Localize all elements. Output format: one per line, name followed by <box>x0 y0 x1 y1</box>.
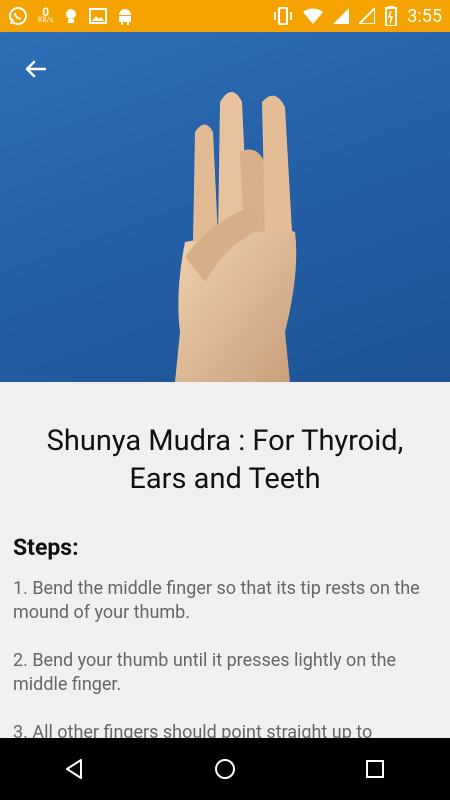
step-text: 2. Bend your thumb until it presses ligh… <box>13 650 397 695</box>
wifi-icon <box>303 8 324 24</box>
navigation-bar <box>0 738 450 800</box>
step-text: 3. All other fingers should point straig… <box>13 722 373 738</box>
back-button[interactable] <box>18 52 52 86</box>
step-text: 1. Bend the middle finger so that its ti… <box>13 578 420 623</box>
article-title: Shunya Mudra : For Thyroid, Ears and Tee… <box>46 424 404 496</box>
status-bar: 0 KB/s 3:55 <box>0 0 450 32</box>
article-content[interactable]: Shunya Mudra : For Thyroid, Ears and Tee… <box>0 382 450 738</box>
network-speed-unit: KB/s <box>38 16 54 24</box>
nav-recents-icon <box>364 758 386 780</box>
signal-2-icon <box>359 8 376 24</box>
nav-home-icon <box>213 757 237 781</box>
image-icon <box>89 8 108 24</box>
arrow-left-icon <box>24 60 46 78</box>
bulb-icon <box>63 7 79 25</box>
steps-heading: Steps: <box>13 534 79 561</box>
whatsapp-icon <box>8 6 28 26</box>
nav-back-icon <box>63 757 87 781</box>
clock: 3:55 <box>407 5 442 27</box>
hero-image <box>0 32 450 382</box>
nav-home-button[interactable] <box>205 749 245 789</box>
hand-mudra-image <box>175 92 297 382</box>
network-speed-value: 0 <box>42 5 50 19</box>
network-speed: 0 KB/s <box>38 5 54 24</box>
nav-recents-button[interactable] <box>355 749 395 789</box>
signal-icon <box>333 8 350 24</box>
android-icon <box>117 7 133 25</box>
vibrate-icon <box>273 7 293 25</box>
battery-icon <box>385 6 398 26</box>
nav-back-button[interactable] <box>55 749 95 789</box>
